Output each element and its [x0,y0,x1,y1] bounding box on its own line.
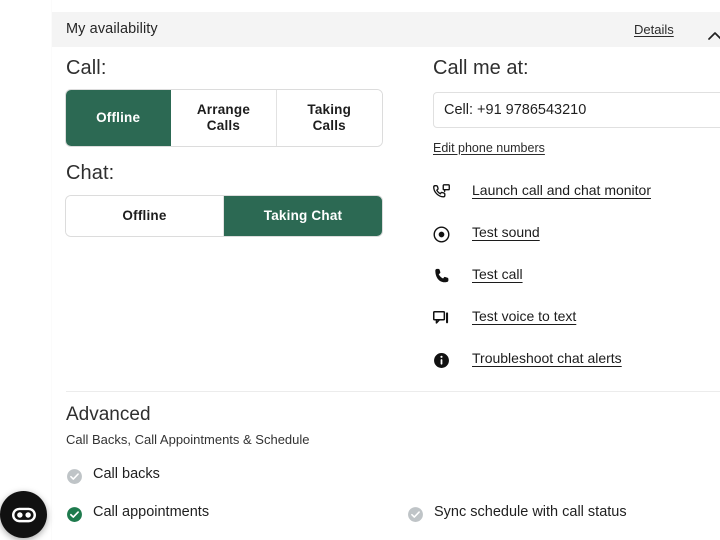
check-circle-icon [407,506,424,523]
screen: My availability Details Call: Offline Ar… [0,0,720,540]
chevron-up-icon[interactable] [707,28,720,44]
page-title: My availability [66,21,158,37]
info-icon [430,349,452,371]
chat-status-toggle-group[interactable]: Offline Taking Chat [66,196,382,236]
toggle-call-appointments-label: Call appointments [93,504,210,520]
action-test-sound-label[interactable]: Test sound [472,224,540,240]
phone-chat-icon [430,181,452,203]
section-divider [66,391,720,392]
advanced-section-title: Advanced [66,404,151,425]
arrange-calls-line1: Arrange [196,102,251,118]
check-circle-icon [66,468,83,485]
accessibility-toggle-icon [9,500,39,530]
phone-number-value: Cell: +91 9786543210 [444,102,587,118]
action-launch-monitor-label[interactable]: Launch call and chat monitor [472,182,651,198]
page-left-gutter [0,0,52,540]
arrange-calls-line2: Calls [206,118,241,133]
call-me-at-label: Call me at: [433,57,529,79]
phone-icon [430,265,452,287]
call-status-toggle-group[interactable]: Offline Arrange Calls Taking Calls [66,90,382,146]
speaker-dot-icon [430,223,452,245]
chat-section-label: Chat: [66,162,115,184]
check-circle-icon [66,506,83,523]
action-test-voice-to-text[interactable]: Test voice to text [430,304,720,346]
toggle-call-backs-label: Call backs [93,466,160,482]
action-test-sound[interactable]: Test sound [430,220,720,262]
action-test-call-label[interactable]: Test call [472,266,523,282]
chat-status-offline-button[interactable]: Offline [66,196,224,236]
taking-calls-line2: Calls [312,118,346,133]
chat-status-taking-chat-button[interactable]: Taking Chat [224,196,382,236]
action-links-list: Launch call and chat monitor Test sound [430,178,720,388]
edit-phone-numbers-link[interactable]: Edit phone numbers [433,141,545,155]
action-launch-monitor[interactable]: Launch call and chat monitor [430,178,720,220]
details-link[interactable]: Details [634,22,674,37]
call-section-label: Call: [66,57,107,79]
panel-header: My availability Details [52,12,720,47]
availability-panel: My availability Details Call: Offline Ar… [52,0,720,540]
taking-calls-line1: Taking [307,102,352,118]
toggle-sync-schedule-label: Sync schedule with call status [434,504,627,520]
call-status-arrange-calls-button[interactable]: Arrange Calls [171,90,277,146]
action-troubleshoot-chat-alerts-label[interactable]: Troubleshoot chat alerts [472,350,622,366]
action-test-call[interactable]: Test call [430,262,720,304]
action-troubleshoot-chat-alerts[interactable]: Troubleshoot chat alerts [430,346,720,388]
action-test-voice-to-text-label[interactable]: Test voice to text [472,308,576,324]
advanced-section-subtitle: Call Backs, Call Appointments & Schedule [66,432,310,447]
chat-bubbles-icon [430,307,452,329]
accessibility-widget-button[interactable] [0,491,47,538]
call-status-offline-button[interactable]: Offline [66,90,172,146]
phone-number-field[interactable]: Cell: +91 9786543210 [433,92,720,128]
call-status-taking-calls-button[interactable]: Taking Calls [276,90,382,146]
